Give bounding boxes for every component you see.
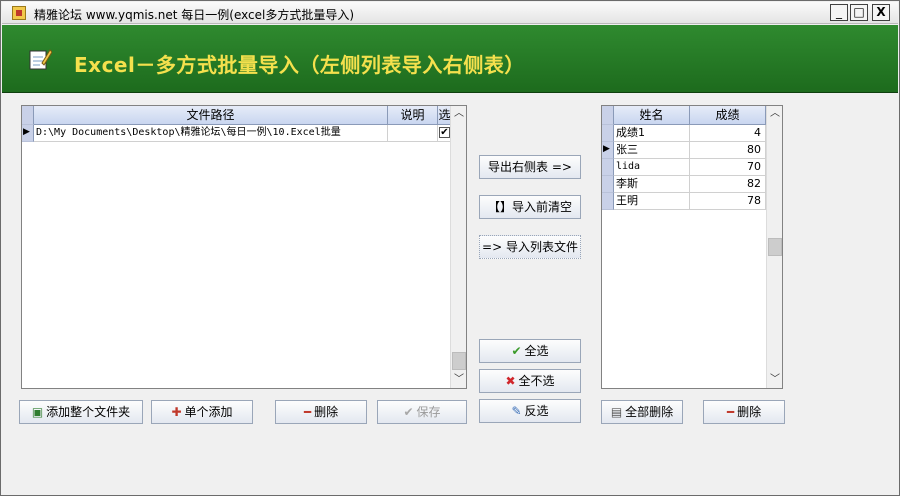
name-cell[interactable]: lida: [614, 159, 690, 176]
maximize-button[interactable]: □: [850, 4, 868, 21]
save-label: 保存: [416, 405, 441, 419]
add-folder-label: 添加整个文件夹: [46, 405, 131, 419]
column-header-name[interactable]: 姓名: [614, 106, 690, 125]
scroll-thumb[interactable]: [452, 352, 466, 370]
column-header-score[interactable]: 成绩: [690, 106, 766, 125]
scroll-thumb[interactable]: [768, 238, 782, 256]
export-right-button[interactable]: 导出右侧表 =>: [479, 155, 581, 179]
score-cell[interactable]: 82: [690, 176, 766, 193]
select-all-button[interactable]: ✔ 全选: [479, 339, 581, 363]
invert-edit-icon: ✎: [511, 404, 522, 418]
column-header-path[interactable]: 文件路径: [34, 106, 388, 125]
save-button[interactable]: ✔ 保存: [377, 400, 467, 424]
row-indicator: [602, 159, 614, 176]
name-cell[interactable]: 李斯: [614, 176, 690, 193]
app-icon: [12, 6, 26, 20]
select-none-button[interactable]: ✖ 全不选: [479, 369, 581, 393]
score-cell[interactable]: 70: [690, 159, 766, 176]
checkbox-checked-icon[interactable]: ✔: [439, 127, 450, 138]
name-cell[interactable]: 张三: [614, 142, 690, 159]
scroll-up-arrow-icon[interactable]: ︿: [767, 106, 782, 122]
clear-list-icon: ▤: [610, 405, 623, 419]
clear-before-import-button[interactable]: 【】导入前清空: [479, 195, 581, 219]
plus-icon: ✚: [171, 405, 182, 419]
delete-row-label: 删除: [737, 405, 762, 419]
import-list-file-button[interactable]: => 导入列表文件: [479, 235, 581, 259]
file-path-cell[interactable]: D:\My Documents\Desktop\精雅论坛\每日一例\10.Exc…: [34, 125, 388, 142]
add-folder-button[interactable]: ▣ 添加整个文件夹: [19, 400, 143, 424]
file-list-scrollbar[interactable]: ︿ ﹀: [450, 106, 466, 388]
column-header-note[interactable]: 说明: [388, 106, 438, 125]
invert-selection-button[interactable]: ✎ 反选: [479, 399, 581, 423]
delete-all-button[interactable]: ▤ 全部删除: [601, 400, 683, 424]
add-folder-icon: ▣: [31, 405, 44, 419]
name-cell[interactable]: 王明: [614, 193, 690, 210]
scroll-up-arrow-icon[interactable]: ︿: [451, 106, 466, 122]
page-title: Excel－多方式批量导入（左侧列表导入右侧表）: [74, 53, 525, 77]
score-cell[interactable]: 78: [690, 193, 766, 210]
row-indicator: [22, 125, 34, 142]
scroll-down-arrow-icon[interactable]: ﹀: [451, 372, 466, 388]
minus-icon: ━: [726, 405, 735, 419]
invert-selection-label: 反选: [524, 404, 549, 418]
add-single-label: 单个添加: [184, 405, 233, 419]
score-grid-scrollbar[interactable]: ︿ ﹀: [766, 106, 782, 388]
scroll-down-arrow-icon[interactable]: ﹀: [767, 372, 782, 388]
row-indicator: [602, 142, 614, 159]
select-none-label: 全不选: [518, 374, 555, 388]
delete-row-button[interactable]: ━ 删除: [703, 400, 785, 424]
row-indicator: [602, 125, 614, 142]
row-indicator: [602, 176, 614, 193]
select-all-label: 全选: [524, 344, 549, 358]
cross-icon: ✖: [505, 374, 516, 388]
grid-corner: [602, 106, 614, 125]
score-cell[interactable]: 80: [690, 142, 766, 159]
name-cell[interactable]: 成绩1: [614, 125, 690, 142]
checkmark-icon: ✔: [403, 405, 414, 419]
title-bar[interactable]: 精雅论坛 www.yqmis.net 每日一例(excel多方式批量导入) _ …: [2, 2, 898, 24]
delete-file-label: 删除: [314, 405, 339, 419]
notepad-pencil-icon: [29, 49, 52, 70]
delete-file-button[interactable]: ━ 删除: [275, 400, 367, 424]
delete-all-label: 全部删除: [625, 405, 674, 419]
minimize-button[interactable]: _: [830, 4, 848, 21]
score-grid[interactable]: 姓名 成绩 成绩1 4 张三 80 lida 70 李斯 82 王明 78 ︿ …: [601, 105, 783, 389]
grid-corner: [22, 106, 34, 125]
score-cell[interactable]: 4: [690, 125, 766, 142]
window-title: 精雅论坛 www.yqmis.net 每日一例(excel多方式批量导入): [34, 8, 355, 22]
app-window: 精雅论坛 www.yqmis.net 每日一例(excel多方式批量导入) _ …: [0, 0, 900, 496]
close-button[interactable]: X: [872, 4, 890, 21]
file-note-cell[interactable]: [388, 125, 438, 142]
add-single-button[interactable]: ✚ 单个添加: [151, 400, 253, 424]
file-list-grid[interactable]: 文件路径 说明 选 D:\My Documents\Desktop\精雅论坛\每…: [21, 105, 467, 389]
row-indicator: [602, 193, 614, 210]
minus-icon: ━: [303, 405, 312, 419]
header-banner: Excel－多方式批量导入（左侧列表导入右侧表）: [2, 25, 898, 93]
checkmark-icon: ✔: [511, 344, 522, 358]
